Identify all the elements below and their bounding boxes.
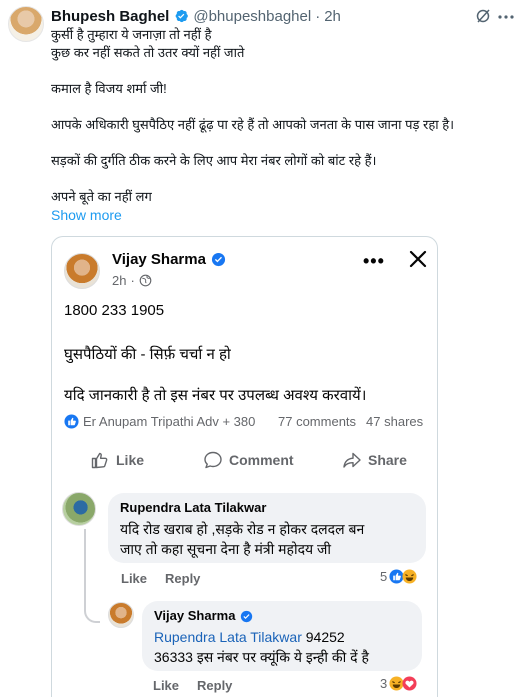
tweet-time[interactable]: 2h	[324, 8, 341, 25]
fb-post-time: 2h	[112, 273, 127, 288]
fb-action-bar: Like Comment Share	[52, 450, 437, 476]
tweet-line: आपके अधिकारी घुसपैठिए नहीं ढूंढ़ पा रहे …	[51, 117, 455, 132]
tweet-card[interactable]: Bhupesh Baghel @bhupeshbaghel · 2h कुर्स…	[0, 0, 519, 697]
fb-comment-label: Comment	[229, 452, 294, 468]
grok-icon[interactable]	[475, 8, 491, 24]
reply-reaction-count: 3	[380, 676, 388, 691]
verified-badge-icon	[211, 252, 226, 267]
share-arrow-icon	[343, 452, 361, 468]
fb-post-line: घुसपैठियों की - सिर्फ़ चर्चा न हो	[64, 346, 231, 363]
fb-post-line: यदि जानकारी है तो इस नंबर पर उपलब्ध अवश्…	[64, 387, 367, 404]
comment-reaction-count: 5	[380, 569, 388, 584]
fb-shares-count: 47 shares	[366, 414, 424, 429]
comment-bubble: Rupendra Lata Tilakwar यदि रोड खराब हो ,…	[108, 493, 426, 563]
embedded-image[interactable]: Vijay Sharma 2h · ••• 1800 233 1905 घुसप…	[51, 236, 438, 697]
tweet-line: कुछ कर नहीं सकते तो उतर क्यों नहीं जाते	[51, 45, 245, 60]
fb-like-button: Like	[90, 450, 144, 470]
reply-reply-link: Reply	[197, 678, 233, 693]
more-options-icon[interactable]	[498, 14, 514, 20]
commenter-name: Rupendra Lata Tilakwar	[120, 500, 267, 515]
fb-share-button: Share	[342, 450, 407, 470]
comment-reply-link: Reply	[165, 571, 201, 586]
fb-comments-count: 77 comments	[278, 414, 357, 429]
laugh-reaction-icon	[402, 569, 417, 584]
separator: ·	[315, 7, 321, 25]
tweet-line: सड़कों की दुर्गति ठीक करने के लिए आप मेर…	[51, 153, 377, 168]
comment-actions: Like Reply	[121, 571, 200, 586]
thumbs-up-icon	[91, 452, 108, 469]
fb-author-name: Vijay Sharma	[112, 251, 206, 268]
globe-icon	[139, 274, 152, 287]
reply-author-avatar	[108, 602, 134, 628]
reply-author-row: Vijay Sharma	[154, 608, 410, 624]
love-reaction-icon	[402, 676, 417, 691]
thread-connector	[84, 529, 100, 623]
fb-comment-button: Comment	[203, 450, 294, 470]
separator: ·	[130, 273, 135, 288]
fb-reaction-text: Er Anupam Tripathi Adv + 380	[83, 414, 256, 429]
fb-share-label: Share	[368, 452, 407, 468]
reply-text: Rupendra Lata Tilakwar 94252 36333 इस नं…	[154, 627, 410, 667]
fb-like-label: Like	[116, 452, 145, 468]
reply-actions: Like Reply	[153, 678, 232, 693]
reply-bubble: Vijay Sharma Rupendra Lata Tilakwar 9425…	[142, 601, 422, 671]
fb-phone-number: 1800 233 1905	[64, 302, 165, 319]
comment-icon	[204, 451, 222, 469]
author-name[interactable]: Bhupesh Baghel	[51, 8, 169, 25]
fb-author-avatar	[64, 253, 100, 289]
author-avatar[interactable]	[8, 6, 44, 42]
reply-author-name: Vijay Sharma	[154, 608, 236, 623]
reply-like-link: Like	[153, 678, 180, 693]
verified-badge-icon	[241, 610, 253, 622]
fb-reactions: Er Anupam Tripathi Adv + 380	[64, 414, 255, 429]
show-more-link[interactable]: Show more	[51, 207, 122, 223]
tweet-line: कुर्सी है तुम्हारा ये जनाज़ा तो नहीं है	[51, 27, 212, 42]
reply-line: 36333 इस नंबर पर क्यूंकि ये इन्ही की दें…	[154, 649, 369, 665]
comment-line: यदि रोड खराब हो ,सड़के रोड न होकर दलदल ब…	[120, 521, 365, 537]
fb-time-row: 2h ·	[112, 273, 152, 288]
fb-more-options-icon: •••	[363, 251, 385, 271]
commenter-avatar	[62, 492, 96, 526]
tweet-line: अपने बूते का नहीं लग	[51, 189, 152, 204]
tweet-header: Bhupesh Baghel @bhupeshbaghel · 2h	[51, 6, 341, 26]
mention-link: Rupendra Lata Tilakwar	[154, 629, 302, 645]
reply-line: 94252	[301, 629, 345, 645]
close-icon	[409, 250, 427, 268]
author-handle[interactable]: @bhupeshbaghel	[193, 8, 311, 25]
comment-line: जाए तो कहा सूचना देना है मंत्री महोदय जी	[120, 541, 332, 557]
tweet-line: कमाल है विजय शर्मा जी!	[51, 81, 167, 96]
like-reaction-icon	[64, 414, 79, 429]
reply-reactions: 3	[380, 676, 417, 691]
tweet-text: कुर्सी है तुम्हारा ये जनाज़ा तो नहीं है …	[51, 26, 511, 206]
fb-counts: 77 comments 47 shares	[278, 414, 423, 429]
comment-text: यदि रोड खराब हो ,सड़के रोड न होकर दलदल ब…	[120, 519, 414, 559]
comment-like-link: Like	[121, 571, 148, 586]
comment-reactions: 5	[380, 569, 417, 584]
fb-author-row: Vijay Sharma	[112, 251, 226, 268]
verified-badge-icon	[175, 9, 189, 23]
